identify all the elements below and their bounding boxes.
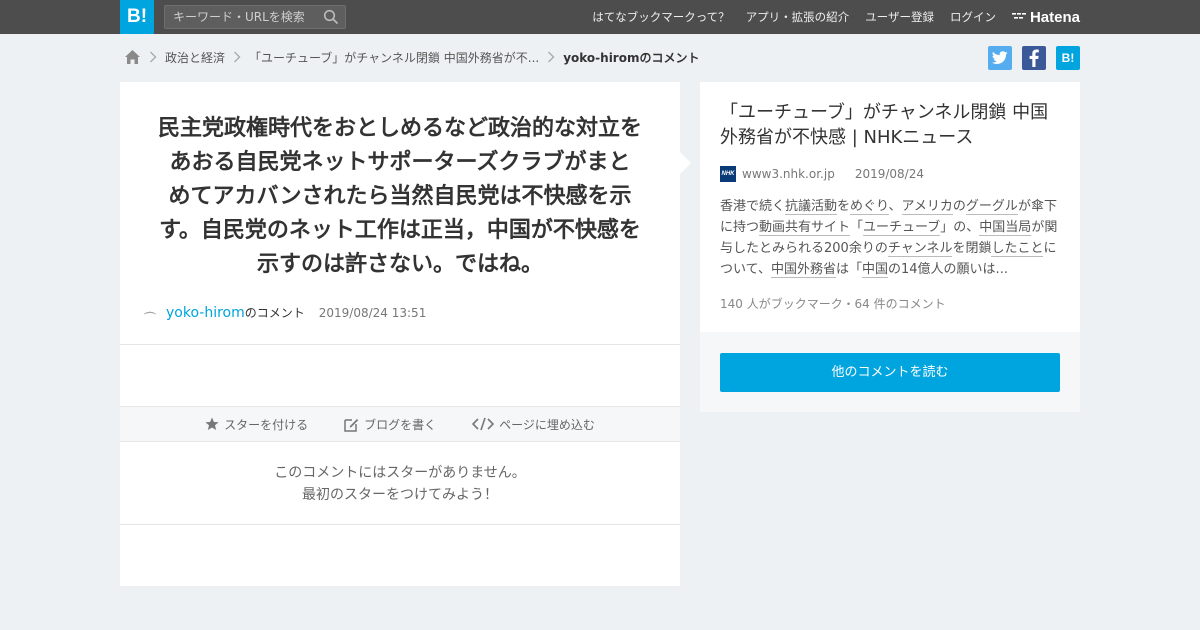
breadcrumb-entry[interactable]: 「ユーチューブ」がチャンネル閉鎖 中国外務省が不... [249, 49, 539, 66]
chevron-right-icon [149, 51, 157, 63]
facebook-share-button[interactable] [1022, 46, 1046, 70]
keyword-link[interactable]: チャンネル [887, 241, 953, 257]
nav-signup-link[interactable]: ユーザー登録 [865, 9, 934, 25]
embed-button[interactable]: ページに埋め込む [472, 416, 595, 433]
search-input[interactable] [165, 6, 315, 28]
embed-label: ページに埋め込む [499, 417, 595, 432]
desc-text: 香港で続く [720, 199, 786, 214]
comment-date[interactable]: 2019/08/24 13:51 [319, 306, 427, 320]
comment-username[interactable]: yoko-hirom [166, 305, 245, 321]
code-icon [472, 417, 495, 431]
desc-text: の [952, 199, 966, 214]
comment-text: 民主党政権時代をおとしめるなど政治的な対立を あおる自民党ネットサポーターズクラ… [150, 112, 650, 282]
entry-date: 2019/08/24 [854, 167, 924, 181]
hatena-brand-icon [1011, 13, 1026, 19]
facebook-icon [1029, 49, 1039, 67]
comment-user-suffix: のコメント [244, 306, 305, 320]
nav-apps-link[interactable]: アプリ・拡張の紹介 [746, 9, 850, 25]
desc-text: 」の、 [940, 220, 980, 235]
hatena-bookmark-logo[interactable]: B! [120, 0, 154, 34]
add-star-button[interactable]: スターを付ける [205, 416, 308, 433]
entry-source: NHK www3.nhk.or.jp 2019/08/24 [720, 166, 924, 182]
comment-line: めてアカバンされたら当然自民党は不快感を示 [168, 184, 632, 209]
entry-site[interactable]: www3.nhk.or.jp [742, 167, 835, 181]
nav-login-link[interactable]: ログイン [950, 9, 996, 25]
twitter-share-button[interactable] [988, 46, 1012, 70]
breadcrumb-current: yoko-hiromのコメント [563, 50, 700, 65]
share-buttons: B! [978, 46, 1080, 70]
search-box[interactable] [164, 5, 346, 29]
chevron-right-icon [233, 51, 241, 63]
keyword-link[interactable]: めぐり [850, 199, 889, 215]
nhk-favicon-icon: NHK [720, 166, 736, 182]
write-blog-button[interactable]: ブログを書く [344, 416, 436, 433]
entry-title[interactable]: 「ユーチューブ」がチャンネル閉鎖 中国外務省が不快感 | NHKニュース [720, 100, 1065, 150]
top-nav: はてなブックマークって？ アプリ・拡張の紹介 ユーザー登録 ログイン Haten… [576, 0, 1080, 34]
keyword-link[interactable]: 抗議活動 [785, 199, 838, 215]
entry-info: 「ユーチューブ」がチャンネル閉鎖 中国外務省が不快感 | NHKニュース NHK… [700, 82, 1080, 332]
comment-line: す。自民党のネット工作は正当，中国が不快感を [159, 218, 641, 243]
bookmark-count[interactable]: 140 人がブックマーク・64 件のコメント [720, 295, 946, 312]
entry-description: 香港で続く抗議活動をめぐり、アメリカのグーグルが傘下に持つ動画共有サイト「ユーチ… [720, 196, 1065, 280]
desc-text: を閉鎖 [952, 241, 992, 256]
keyword-link[interactable]: アメリカ [901, 199, 953, 215]
hatena-brand-text: Hatena [1029, 8, 1080, 26]
keyword-link[interactable]: グーグル [965, 199, 1018, 215]
comment-meta: yoko-hirom のコメント 2019/08/24 13:51 [142, 304, 426, 321]
desc-text: 「 [850, 220, 864, 235]
chevron-right-icon [547, 51, 555, 63]
desc-text: は「 [835, 262, 862, 277]
no-star-line1: このコメントにはスターがありません。 [274, 465, 526, 481]
desc-text: の14億人の願いは... [888, 262, 1008, 277]
top-bar: B! はてなブックマークって？ アプリ・拡張の紹介 ユーザー登録 ログイン Ha… [0, 0, 1200, 34]
card-pointer [680, 152, 691, 174]
divider [120, 524, 680, 525]
search-icon[interactable] [323, 9, 339, 25]
divider [120, 344, 680, 345]
read-more-comments-button[interactable]: 他のコメントを読む [720, 353, 1060, 392]
home-icon[interactable] [124, 49, 141, 65]
write-blog-label: ブログを書く [364, 417, 437, 432]
breadcrumb-category[interactable]: 政治と経済 [165, 49, 225, 66]
hatena-share-button[interactable]: B! [1056, 46, 1080, 70]
entry-card: 「ユーチューブ」がチャンネル閉鎖 中国外務省が不快感 | NHKニュース NHK… [700, 82, 1080, 412]
keyword-link[interactable]: 中国外務省 [770, 262, 836, 278]
breadcrumb: 政治と経済 「ユーチューブ」がチャンネル閉鎖 中国外務省が不... yoko-h… [124, 46, 699, 68]
desc-text: 、 [888, 199, 902, 214]
star-icon [205, 417, 219, 430]
edit-icon [344, 418, 359, 432]
comment-actions: スターを付ける ブログを書く ページに埋め込む [120, 406, 680, 442]
twitter-icon [992, 51, 1008, 64]
nav-about-link[interactable]: はてなブックマークって？ [592, 9, 729, 25]
add-star-label: スターを付ける [224, 417, 309, 432]
keyword-link[interactable]: 中国 [862, 262, 889, 278]
avatar[interactable] [142, 304, 158, 321]
keyword-link[interactable]: ユーチューブ [863, 220, 941, 236]
comment-line: 示すのは許さない。ではね。 [256, 252, 543, 277]
hatena-brand-link[interactable]: Hatena [1011, 8, 1080, 26]
comment-line: 民主党政権時代をおとしめるなど政治的な対立を [157, 116, 642, 141]
no-star-message: このコメントにはスターがありません。 最初のスターをつけてみよう！ [120, 462, 680, 506]
no-star-line2: 最初のスターをつけてみよう！ [302, 487, 498, 503]
desc-text: を [837, 199, 851, 214]
comment-line: あおる自民党ネットサポーターズクラブがまと [169, 150, 631, 175]
keyword-link[interactable]: 動画共有サイト [759, 220, 851, 236]
comment-card: 民主党政権時代をおとしめるなど政治的な対立を あおる自民党ネットサポーターズクラ… [120, 82, 680, 586]
keyword-link[interactable]: 中国当局 [979, 220, 1032, 236]
keyword-link[interactable]: したこと [991, 241, 1044, 257]
